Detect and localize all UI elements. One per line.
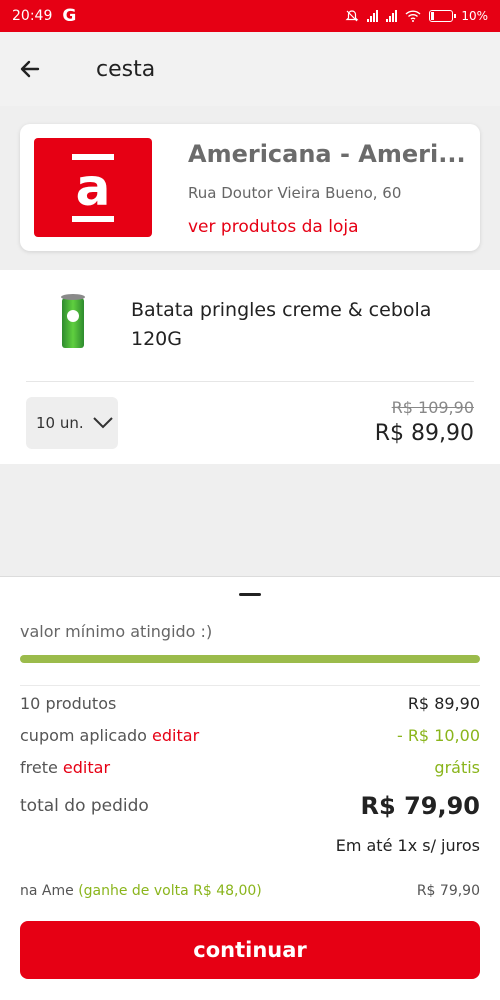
- products-value: R$ 89,90: [407, 694, 480, 713]
- products-row: 10 produtos R$ 89,90: [20, 694, 480, 713]
- app-header: cesta: [0, 32, 500, 106]
- minimum-progress-bar: [20, 655, 480, 663]
- coupon-row: cupom aplicado editar - R$ 10,00: [20, 726, 480, 745]
- store-logo: a: [34, 138, 152, 237]
- minimum-reached-text: valor mínimo atingido :): [20, 622, 213, 641]
- store-logo-letter: a: [75, 157, 111, 218]
- edit-shipping-link[interactable]: editar: [63, 758, 110, 777]
- old-price: R$ 109,90: [391, 398, 474, 417]
- page-title: cesta: [96, 56, 156, 82]
- continue-button[interactable]: continuar: [20, 921, 480, 979]
- status-bar: 20:49 G 10%: [0, 0, 500, 32]
- ame-cashback: (ganhe de volta R$ 48,00): [78, 883, 262, 899]
- ame-row: na Ame (ganhe de volta R$ 48,00) R$ 79,9…: [20, 883, 480, 899]
- coupon-label: cupom aplicado: [20, 726, 147, 745]
- back-button[interactable]: [2, 32, 58, 106]
- total-row: total do pedido R$ 79,90: [20, 792, 480, 820]
- store-name: Americana - Ameri...: [188, 140, 466, 168]
- order-summary-sheet: valor mínimo atingido :) 10 produtos R$ …: [0, 576, 500, 1000]
- shipping-row: frete editar grátis: [20, 758, 480, 777]
- battery-level: 10%: [461, 9, 488, 23]
- total-label: total do pedido: [20, 796, 149, 816]
- status-time: 20:49: [12, 8, 53, 24]
- coupon-value: - R$ 10,00: [396, 726, 480, 745]
- installments-text: Em até 1x s/ juros: [335, 836, 480, 855]
- arrow-left-icon: [20, 60, 40, 78]
- product-image: [61, 294, 85, 350]
- sheet-handle[interactable]: [239, 593, 261, 596]
- ame-value: R$ 79,90: [416, 883, 480, 899]
- store-card[interactable]: a Americana - Ameri... Rua Doutor Vieira…: [20, 124, 480, 251]
- battery-icon: [429, 10, 457, 22]
- wifi-icon: [405, 10, 421, 22]
- total-value: R$ 79,90: [360, 792, 480, 820]
- products-label: 10 produtos: [20, 694, 117, 713]
- google-icon: G: [62, 6, 77, 26]
- chevron-down-icon: [92, 417, 113, 429]
- ame-label: na Ame: [20, 883, 74, 899]
- divider: [26, 381, 474, 382]
- shipping-value: grátis: [434, 758, 480, 777]
- cart-item: Batata pringles creme & cebola 120G 10 u…: [0, 270, 500, 464]
- notifications-off-icon: [345, 10, 359, 22]
- shipping-label: frete: [20, 758, 58, 777]
- product-name: Batata pringles creme & cebola 120G: [131, 299, 432, 350]
- view-store-products-link[interactable]: ver produtos da loja: [188, 217, 359, 237]
- edit-coupon-link[interactable]: editar: [152, 726, 199, 745]
- signal-icon: [367, 10, 379, 22]
- store-address: Rua Doutor Vieira Bueno, 60: [188, 184, 402, 202]
- quantity-selector[interactable]: 10 un.: [26, 397, 118, 449]
- signal-icon-2: [386, 10, 398, 22]
- progress-fill: [20, 655, 480, 663]
- quantity-value: 10 un.: [36, 414, 84, 432]
- divider: [20, 685, 480, 686]
- item-price: R$ 89,90: [374, 421, 474, 446]
